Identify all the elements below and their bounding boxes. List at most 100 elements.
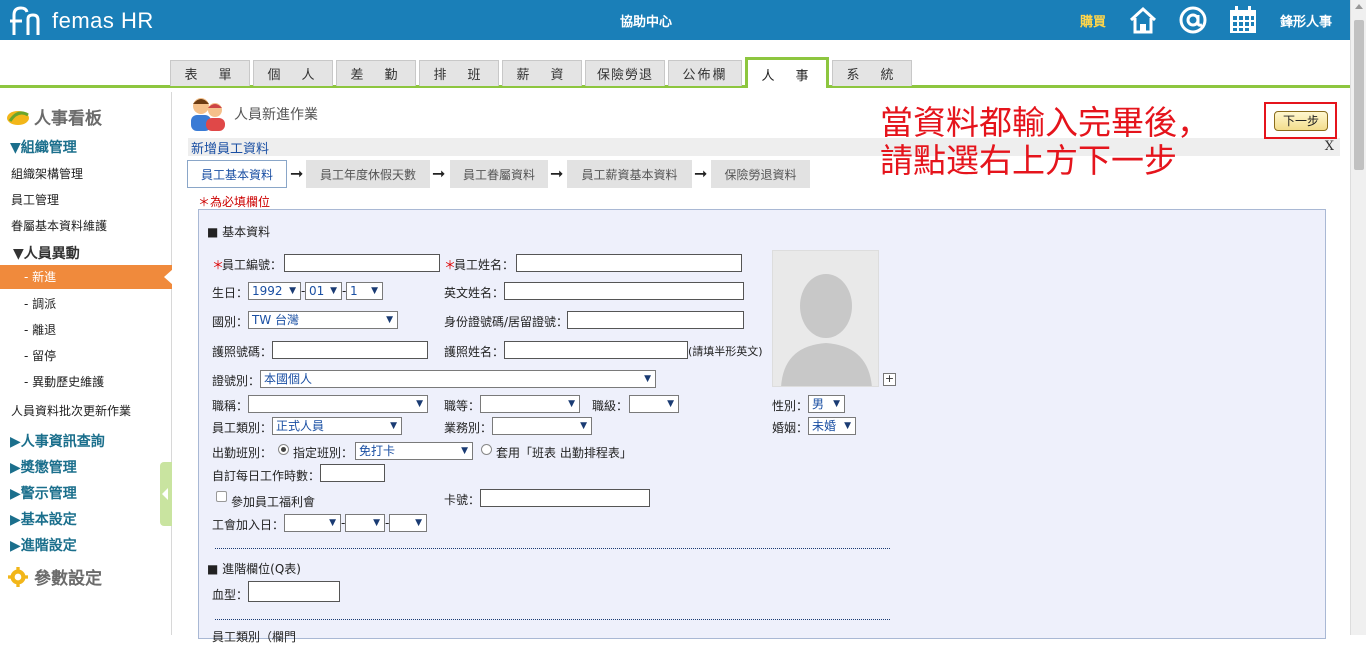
logo[interactable]: femas HR — [8, 4, 154, 38]
avatar-placeholder-icon — [781, 274, 872, 386]
next-step-button[interactable]: 下一步 — [1274, 111, 1328, 131]
emp-type-label: 員工類別： — [212, 421, 273, 435]
id-input[interactable] — [567, 311, 744, 329]
birth-day-select[interactable]: 1 — [346, 282, 383, 300]
emp-no-label: 員工編號： — [222, 258, 283, 272]
sidebar-item-employee[interactable]: 員工管理 — [11, 191, 59, 208]
add-photo-icon[interactable]: + — [883, 373, 896, 386]
sidebar-section-reward[interactable]: ▶獎懲管理 — [10, 457, 77, 477]
next-button-highlight: 下一步 — [1264, 102, 1337, 139]
calendar-icon[interactable] — [1228, 5, 1258, 35]
sidebar-params[interactable]: 參數設定 — [6, 564, 102, 589]
eng-name-label: 英文姓名： — [444, 286, 505, 300]
union-month-select[interactable] — [345, 514, 385, 532]
shift-specify-radio[interactable] — [278, 444, 289, 455]
emp-name-input[interactable] — [516, 254, 742, 272]
union-label: 工會加入日： — [212, 518, 285, 532]
tab-hr[interactable]: 人 事 — [745, 57, 829, 88]
section-divider — [215, 619, 890, 620]
card-input[interactable] — [480, 489, 650, 507]
sidebar-item-suspend[interactable]: - 留停 — [24, 347, 56, 364]
country-label: 國別： — [212, 315, 249, 329]
user-name[interactable]: 鋒形人事 — [1280, 11, 1332, 30]
main-tab-bar: 表 單 個 人 差 勤 排 班 薪 資 保險勞退 公佈欄 人 事 系 統 — [0, 57, 1350, 88]
leaf-icon — [7, 110, 29, 125]
birth-year-select[interactable]: 1992 — [248, 282, 301, 300]
sidebar-section-alert[interactable]: ▶警示管理 — [10, 483, 77, 503]
birth-label: 生日： — [212, 286, 249, 300]
shift-select[interactable]: 免打卡 — [355, 442, 473, 460]
grade-select[interactable] — [480, 395, 580, 413]
scroll-up-icon[interactable] — [1355, 4, 1363, 9]
people-icon — [191, 98, 225, 131]
passport-name-input[interactable] — [504, 341, 688, 359]
arrow-right-icon: ➞ — [290, 164, 304, 183]
help-center-link[interactable]: 協助中心 — [620, 11, 672, 30]
at-icon[interactable] — [1178, 5, 1208, 35]
tab-attendance[interactable]: 差 勤 — [336, 60, 416, 86]
shift-specify-label: 指定班別： — [293, 446, 354, 460]
emp-no-input[interactable] — [284, 254, 440, 272]
sidebar-section-advanced-settings[interactable]: ▶進階設定 — [10, 535, 77, 555]
id-type-select[interactable]: 本國個人 — [260, 370, 656, 388]
annotation-line-2: 請點選右上方下一步 — [880, 141, 1177, 180]
step-dependents[interactable]: 員工眷屬資料 — [450, 160, 548, 188]
gender-select[interactable]: 男 — [808, 395, 845, 413]
sidebar-board[interactable]: 人事看板 — [6, 104, 102, 129]
sidebar-item-transfer[interactable]: - 調派 — [24, 295, 56, 312]
step-annual-leave[interactable]: 員工年度休假天數 — [306, 160, 430, 188]
sidebar-item-dependents[interactable]: 眷屬基本資料維護 — [11, 217, 107, 234]
union-day-select[interactable] — [389, 514, 427, 532]
sidebar-item-batch-update[interactable]: 人員資料批次更新作業 — [11, 402, 131, 419]
sidebar-section-change[interactable]: ▼人員異動 — [13, 243, 80, 263]
union-year-select[interactable] — [284, 514, 341, 532]
step-salary[interactable]: 員工薪資基本資料 — [567, 160, 692, 188]
tab-forms[interactable]: 表 單 — [170, 60, 250, 86]
blood-input[interactable] — [248, 581, 340, 602]
welfare-checkbox[interactable] — [216, 491, 227, 502]
sidebar-section-org[interactable]: ▼組織管理 — [10, 137, 77, 157]
sidebar-item-org-structure[interactable]: 組織架構管理 — [11, 165, 83, 182]
tab-scheduling[interactable]: 排 班 — [419, 60, 499, 86]
tab-bulletin[interactable]: 公佈欄 — [668, 60, 742, 86]
daily-hours-input[interactable] — [320, 464, 385, 482]
advanced-section-title: ■ 進階欄位(Q表) — [207, 562, 301, 576]
sidebar: 人事看板 ▼組織管理 組織架構管理 員工管理 眷屬基本資料維護 ▼人員異動 - … — [0, 92, 173, 635]
passport-no-input[interactable] — [272, 341, 428, 359]
sidebar-item-resign[interactable]: - 離退 — [24, 321, 56, 338]
tab-personal[interactable]: 個 人 — [253, 60, 333, 86]
close-button[interactable]: X — [1325, 139, 1334, 154]
country-select[interactable]: TW 台灣 — [248, 311, 398, 329]
sidebar-item-history[interactable]: - 異動歷史維護 — [24, 373, 104, 390]
step-basic-info[interactable]: 員工基本資料 — [187, 160, 287, 188]
level-select[interactable] — [629, 395, 679, 413]
id-label: 身份證號碼/居留證號： — [444, 315, 569, 329]
blood-label: 血型： — [212, 588, 249, 602]
tab-system[interactable]: 系 統 — [832, 60, 912, 86]
arrow-right-icon: ➞ — [550, 164, 564, 183]
sidebar-section-query[interactable]: ▶人事資訊查詢 — [10, 431, 105, 451]
job-title-select[interactable] — [248, 395, 428, 413]
tab-payroll[interactable]: 薪 資 — [502, 60, 582, 86]
tab-insurance[interactable]: 保險勞退 — [585, 60, 665, 86]
sidebar-collapse-handle[interactable] — [160, 462, 172, 526]
buy-link[interactable]: 購買 — [1080, 11, 1106, 30]
eng-name-input[interactable] — [504, 282, 744, 300]
gender-label: 性別： — [772, 399, 809, 413]
shift-schedule-radio[interactable] — [481, 444, 492, 455]
birth-month-select[interactable]: 01 — [305, 282, 342, 300]
business-select[interactable] — [492, 417, 592, 435]
page-title: 人員新進作業 — [234, 107, 318, 123]
vertical-scrollbar[interactable] — [1350, 0, 1366, 635]
passport-name-label: 護照姓名： — [444, 345, 505, 359]
home-icon[interactable] — [1128, 5, 1158, 35]
sidebar-section-basic-settings[interactable]: ▶基本設定 — [10, 509, 77, 529]
emp-type-select[interactable]: 正式人員 — [272, 417, 402, 435]
marriage-select[interactable]: 未婚 — [808, 417, 856, 435]
employee-photo[interactable] — [772, 250, 879, 387]
step-insurance[interactable]: 保險勞退資料 — [711, 160, 810, 188]
shift-schedule-label: 套用「班表 出勤排程表」 — [496, 446, 632, 460]
sidebar-item-new-hire[interactable]: - 新進 — [0, 265, 173, 289]
scroll-thumb[interactable] — [1354, 20, 1364, 170]
emp-name-label: 員工姓名： — [454, 258, 515, 272]
